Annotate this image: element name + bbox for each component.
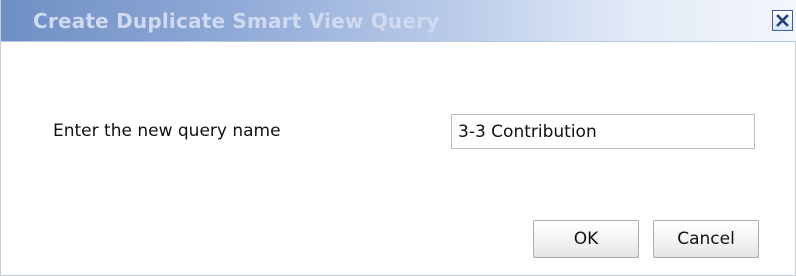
dialog-title: Create Duplicate Smart View Query [33,9,440,33]
dialog-titlebar[interactable]: Create Duplicate Smart View Query [1,0,796,42]
close-icon [776,14,789,27]
cancel-button[interactable]: Cancel [653,220,759,258]
close-button[interactable] [772,10,793,31]
query-name-label: Enter the new query name [53,121,281,141]
query-name-input[interactable] [451,114,755,149]
ok-button[interactable]: OK [533,220,639,258]
create-duplicate-query-dialog: Create Duplicate Smart View Query Enter … [0,0,796,276]
